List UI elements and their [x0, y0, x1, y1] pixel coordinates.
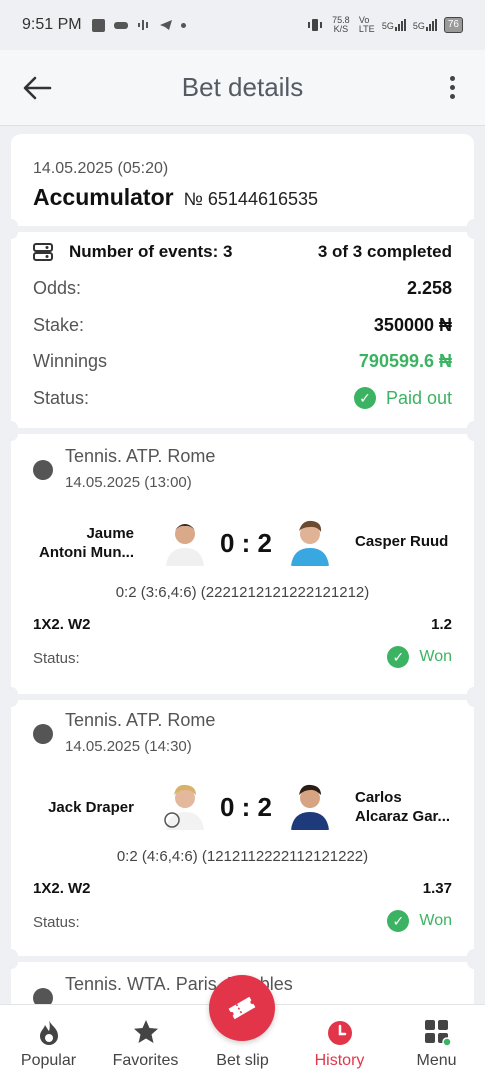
app-bar: Bet details: [0, 50, 485, 126]
match-score: 0 : 2: [219, 792, 273, 822]
bet-slip-button[interactable]: [209, 975, 275, 1041]
player-1-avatar: [162, 780, 208, 830]
event-date: 14.05.2025 (13:00): [65, 474, 192, 491]
dot-icon: [180, 22, 186, 28]
list-icon: [33, 243, 53, 261]
back-arrow-icon[interactable]: [22, 74, 52, 102]
nav-popular[interactable]: Popular: [0, 1005, 97, 1080]
team-1-name: Jack Draper: [48, 799, 134, 816]
match-detail: 0:2 (3:6,4:6) (2221212121222121212): [115, 584, 370, 601]
nav-history[interactable]: History: [291, 1005, 388, 1080]
event-odds: 1.2: [431, 616, 452, 633]
telegram-icon: [159, 20, 172, 30]
event-league: Tennis. ATP. Rome: [65, 710, 216, 730]
team-2-name: Carlos Alcaraz Gar...: [355, 789, 451, 825]
notification-icons: [91, 18, 186, 32]
voice-icon: [137, 20, 148, 30]
check-icon: ✓: [387, 910, 410, 932]
bet-summary-card: Number of events: 3 3 of 3 completed Odd…: [4, 225, 481, 435]
ticket-icon: [228, 996, 256, 1020]
more-options-icon[interactable]: [450, 76, 455, 99]
signal-bars-icon: [394, 19, 406, 31]
network-speed: 75.8 K/S: [332, 15, 350, 34]
status-bar: 9:51 PM 75.8 K/S Vo LTE 5G 5G 76: [0, 0, 485, 50]
events-count: Number of events: 3: [69, 242, 233, 261]
event-league: Tennis. ATP. Rome: [65, 446, 216, 466]
winnings-row: Winnings 790599.6 ₦: [33, 351, 452, 372]
status-value: ✓ Paid out: [353, 387, 452, 409]
flame-icon: [39, 1020, 58, 1045]
event-status-label: Status:: [33, 650, 80, 667]
signal-bars-icon: [425, 19, 437, 31]
bet-date: 14.05.2025 (05:20): [33, 160, 169, 177]
odds-value: 2.258: [406, 278, 452, 298]
nav-menu[interactable]: Menu: [388, 1005, 485, 1080]
bet-number: № 65144616535: [183, 189, 319, 209]
clock-icon: [327, 1021, 352, 1045]
player-1-avatar: [162, 516, 208, 566]
check-icon: ✓: [353, 387, 376, 409]
winnings-value: 790599.6 ₦: [358, 351, 452, 371]
tennis-ball-icon: [33, 988, 53, 1004]
vibrate-icon: [307, 19, 322, 31]
bet-header-card: 14.05.2025 (05:20) Accumulator № 65144616…: [4, 134, 481, 233]
page-title: Bet details: [181, 72, 304, 102]
odds-row: Odds: 2.258: [33, 278, 452, 299]
bet-type-line: Accumulator № 65144616535: [33, 184, 318, 211]
team-2-name: Casper Ruud: [355, 533, 449, 550]
odds-label: Odds:: [33, 278, 82, 298]
system-icons: 75.8 K/S Vo LTE 5G 5G 76: [307, 16, 463, 34]
nav-favorites[interactable]: Favorites: [97, 1005, 194, 1080]
completed-count: 3 of 3 completed: [317, 242, 452, 261]
team-1-name: Jaume Antoni Mun...: [39, 525, 134, 561]
battery-icon: 76: [443, 17, 463, 33]
event-status: ✓ Won: [387, 910, 452, 932]
stake-value: 350000 ₦: [373, 315, 452, 335]
market-name: 1X2. W2: [33, 616, 91, 633]
match-score: 0 : 2: [219, 528, 273, 558]
status-row: Status: ✓ Paid out: [33, 387, 452, 409]
signal-2: 5G: [413, 19, 437, 31]
event-odds: 1.37: [422, 880, 452, 897]
game-controller-icon: [113, 22, 128, 29]
tennis-ball-icon: [33, 460, 53, 480]
match-detail: 0:2 (4:6,4:6) (1212112222112121222): [116, 848, 369, 865]
events-row: Number of events: 3 3 of 3 completed: [33, 242, 452, 262]
stake-label: Stake:: [33, 315, 85, 335]
event-status-label: Status:: [33, 914, 80, 931]
check-icon: ✓: [387, 646, 410, 668]
bet-details-content[interactable]: 14.05.2025 (05:20) Accumulator № 65144616…: [0, 126, 485, 1004]
event-status: ✓ Won: [387, 646, 452, 668]
status-label: Status:: [33, 387, 90, 408]
player-2-avatar: [287, 780, 333, 830]
player-2-avatar: [287, 516, 333, 566]
market-name: 1X2. W2: [33, 880, 91, 897]
stake-row: Stake: 350000 ₦: [33, 315, 452, 336]
tennis-ball-icon: [33, 724, 53, 744]
event-card[interactable]: Tennis. ATP. Rome 14.05.2025 (14:30) Jac…: [4, 693, 481, 963]
clock: 9:51 PM: [22, 16, 82, 33]
winnings-label: Winnings: [33, 351, 108, 371]
star-icon: [133, 1020, 158, 1043]
event-date: 14.05.2025 (14:30): [65, 738, 192, 755]
signal-1: 5G: [382, 19, 406, 31]
app-notification-icon: [91, 18, 105, 32]
menu-grid-icon: [424, 1020, 451, 1046]
volte-label: Vo LTE: [358, 15, 375, 34]
bet-type: Accumulator: [33, 184, 174, 210]
event-card[interactable]: Tennis. ATP. Rome 14.05.2025 (13:00) Jau…: [4, 427, 481, 701]
